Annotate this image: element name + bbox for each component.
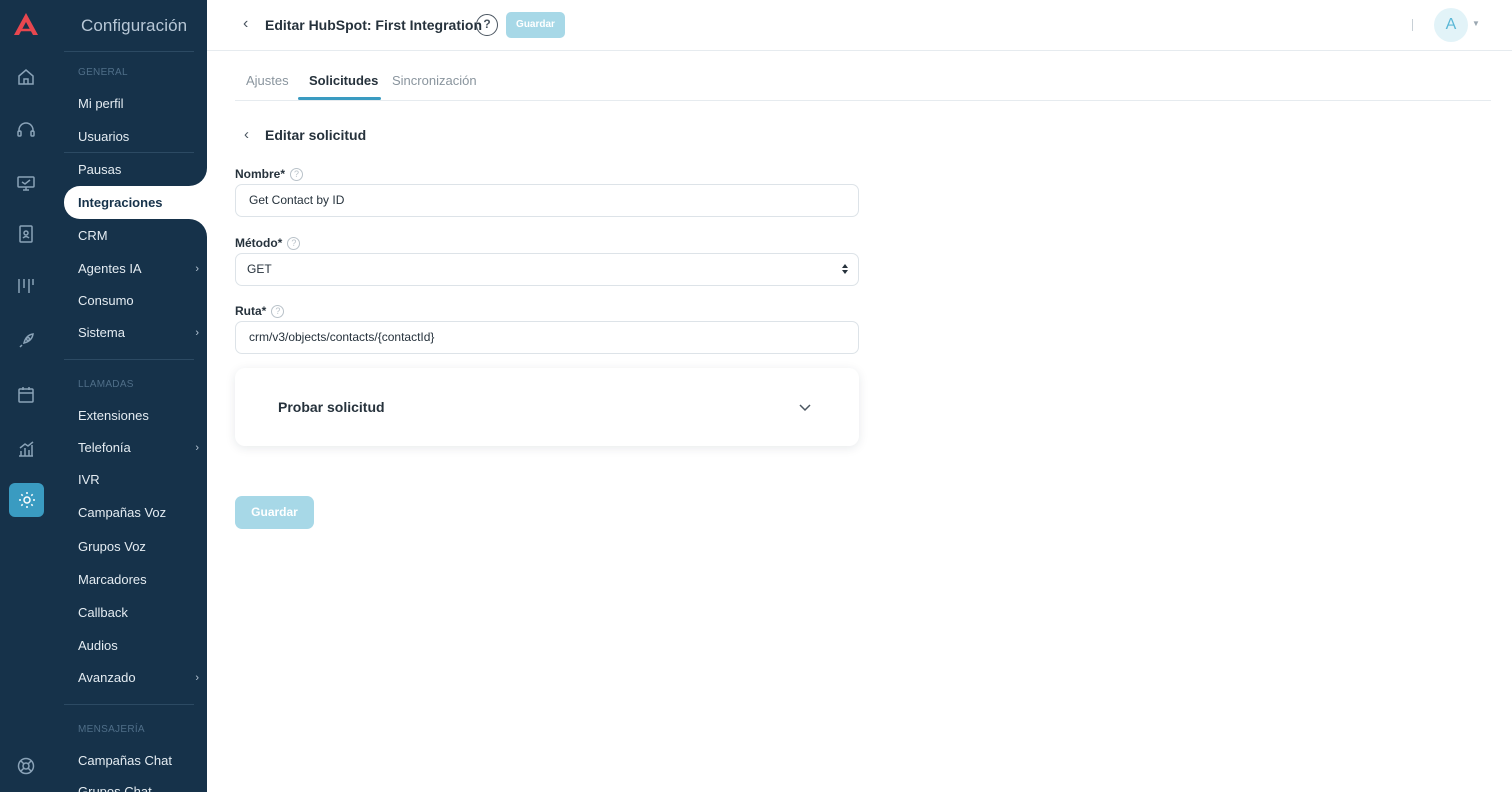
sidebar-item-label: Telefonía (78, 440, 131, 455)
settings-icon[interactable] (9, 483, 44, 517)
sidebar-item-sistema[interactable]: Sistema › (78, 322, 199, 344)
calendar-icon[interactable] (15, 384, 37, 406)
sidebar-title: Configuración (81, 16, 188, 35)
divider (64, 704, 194, 705)
sidebar-item-extensiones[interactable]: Extensiones (78, 405, 196, 427)
help-icon[interactable]: ? (271, 305, 285, 318)
sidebar-item-callback[interactable]: Callback (78, 602, 196, 624)
sidebar-item-campanas-chat[interactable]: Campañas Chat (78, 750, 196, 772)
section-general: GENERAL (78, 67, 128, 78)
sidebar-item-label: Integraciones (78, 195, 163, 210)
form-title: Editar solicitud (265, 127, 367, 143)
avatar[interactable]: A (1434, 8, 1468, 42)
select-value: GET (247, 262, 272, 276)
sidebar-item-label: Agentes IA (78, 261, 142, 276)
sidebar-item-marcadores[interactable]: Marcadores (78, 569, 196, 591)
rocket-icon[interactable] (15, 330, 37, 352)
sidebar-item-telefonia[interactable]: Telefonía › (78, 437, 199, 459)
back-arrow-icon[interactable]: ‹ (244, 126, 249, 143)
sidebar-item-audios[interactable]: Audios (78, 635, 196, 657)
sidebar-item-label: Avanzado (78, 670, 136, 685)
chevron-right-icon: › (195, 672, 199, 684)
sidebar-item-consumo[interactable]: Consumo (78, 290, 196, 312)
headset-icon[interactable] (15, 119, 37, 141)
nombre-input[interactable]: Get Contact by ID (235, 184, 859, 217)
sidebar-item-crm[interactable]: CRM (78, 225, 196, 247)
divider (64, 359, 194, 360)
sidebar-item-usuarios[interactable]: Usuarios (78, 126, 196, 148)
ruta-label: Ruta*? (235, 304, 285, 318)
test-request-panel[interactable]: Probar solicitud (235, 368, 859, 446)
tab-solicitudes[interactable]: Solicitudes (309, 73, 378, 88)
sidebar-item-grupos-chat[interactable]: Grupos Chat (78, 781, 196, 792)
tab-ajustes[interactable]: Ajustes (246, 73, 289, 88)
help-icon[interactable]: ? (287, 237, 301, 250)
sidebar-item-label: Sistema (78, 325, 125, 340)
metodo-select[interactable]: GET (235, 253, 859, 286)
chevron-right-icon: › (195, 263, 199, 275)
divider (64, 152, 194, 153)
sidebar-item-agentes-ia[interactable]: Agentes IA › (78, 258, 199, 280)
test-request-title: Probar solicitud (278, 399, 385, 415)
section-llamadas: LLAMADAS (78, 379, 134, 390)
analytics-icon[interactable] (15, 438, 37, 460)
section-mensajeria: MENSAJERÍA (78, 724, 145, 735)
field-label: Ruta* (235, 304, 267, 318)
support-icon[interactable] (15, 755, 37, 777)
page-header: ‹ Editar HubSpot: First Integration ? Gu… (207, 0, 1512, 51)
sidebar-item-campanas-voz[interactable]: Campañas Voz (78, 502, 196, 524)
metodo-label: Método*? (235, 236, 301, 250)
sidebar-item-integraciones[interactable]: Integraciones (64, 186, 207, 219)
active-curve-top (180, 158, 207, 186)
home-icon[interactable] (15, 66, 37, 88)
divider (64, 51, 194, 52)
back-arrow-icon[interactable]: ‹ (243, 15, 248, 33)
active-tab-indicator (298, 97, 381, 100)
field-label: Nombre* (235, 167, 286, 181)
monitor-icon[interactable] (15, 172, 37, 194)
nombre-label: Nombre*? (235, 167, 304, 181)
tab-bar: Ajustes Solicitudes Sincronización (235, 51, 1491, 101)
chevron-right-icon: › (195, 442, 199, 454)
divider (1412, 19, 1413, 31)
app-logo[interactable] (12, 11, 40, 37)
sidebar-item-pausas[interactable]: Pausas (78, 159, 196, 181)
help-icon[interactable]: ? (476, 14, 498, 36)
caret-down-icon[interactable]: ▼ (1472, 19, 1480, 28)
sidebar-item-grupos-voz[interactable]: Grupos Voz (78, 536, 196, 558)
select-arrows-icon (842, 264, 848, 274)
page-title: Editar HubSpot: First Integration (265, 17, 482, 33)
sidebar-item-ivr[interactable]: IVR (78, 469, 196, 491)
kanban-icon[interactable] (15, 275, 37, 297)
field-label: Método* (235, 236, 283, 250)
tab-sincronizacion[interactable]: Sincronización (392, 73, 477, 88)
settings-sidebar: Configuración GENERAL Mi perfil Usuarios… (50, 0, 207, 792)
ruta-input[interactable]: crm/v3/objects/contacts/{contactId} (235, 321, 859, 354)
icon-rail (0, 0, 50, 792)
contacts-book-icon[interactable] (15, 223, 37, 245)
sidebar-item-avanzado[interactable]: Avanzado › (78, 667, 199, 689)
header-save-button[interactable]: Guardar (506, 12, 565, 38)
sidebar-item-mi-perfil[interactable]: Mi perfil (78, 93, 196, 115)
chevron-right-icon: › (195, 327, 199, 339)
save-button[interactable]: Guardar (235, 496, 314, 529)
help-icon[interactable]: ? (290, 168, 304, 181)
chevron-down-icon[interactable] (798, 400, 812, 414)
